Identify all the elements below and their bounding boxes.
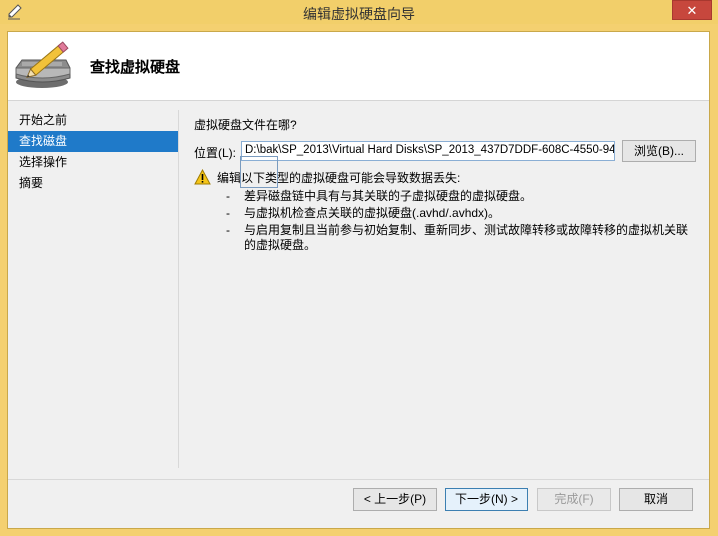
warning-list: - 差异磁盘链中具有与其关联的子虚拟硬盘的虚拟硬盘。 - 与虚拟机检查点关联的虚… [226,189,696,255]
nav-item-locate-disk[interactable]: 查找磁盘 [8,131,178,152]
list-item: - 差异磁盘链中具有与其关联的子虚拟硬盘的虚拟硬盘。 [226,189,696,204]
wizard-window: 编辑虚拟硬盘向导 ✕ 查找虚拟硬盘 开始之前 查找磁盘 选择操作 摘要 虚拟硬盘… [0,0,718,536]
finish-button[interactable]: 完成(F) [537,488,611,511]
nav-item-choose-action[interactable]: 选择操作 [8,152,178,173]
close-button[interactable]: ✕ [672,0,712,20]
wizard-steps-nav: 开始之前 查找磁盘 选择操作 摘要 [8,110,179,468]
title-bar[interactable]: 编辑虚拟硬盘向导 ✕ [0,0,718,24]
footer-divider [8,479,709,480]
list-item: - 与虚拟机检查点关联的虚拟硬盘(.avhd/.avhdx)。 [226,206,696,221]
focus-rectangle [240,156,278,188]
bullet-marker: - [226,223,230,237]
list-item-text: 与虚拟机检查点关联的虚拟硬盘(.avhd/.avhdx)。 [244,206,501,220]
list-item: - 与启用复制且当前参与初始复制、重新同步、测试故障转移或故障转移的虚拟机关联的… [226,223,696,253]
location-question: 虚拟硬盘文件在哪? [194,118,297,132]
wizard-header: 查找虚拟硬盘 [8,32,709,101]
nav-item-before-you-begin[interactable]: 开始之前 [8,110,178,131]
list-item-text: 与启用复制且当前参与初始复制、重新同步、测试故障转移或故障转移的虚拟机关联的虚拟… [244,223,689,252]
cancel-button[interactable]: 取消 [619,488,693,511]
list-item-text: 差异磁盘链中具有与其关联的子虚拟硬盘的虚拟硬盘。 [244,189,533,203]
hard-disk-pencil-icon [15,41,71,88]
close-icon: ✕ [686,3,698,18]
page-title: 查找虚拟硬盘 [90,58,181,76]
location-input[interactable]: D:\bak\SP_2013\Virtual Hard Disks\SP_201… [241,141,615,161]
wizard-client-area: 查找虚拟硬盘 开始之前 查找磁盘 选择操作 摘要 虚拟硬盘文件在哪? 位置(L)… [7,31,710,529]
bullet-marker: - [226,189,230,203]
next-button[interactable]: 下一步(N) > [445,488,528,511]
bullet-marker: - [226,206,230,220]
location-label: 位置(L): [194,146,237,160]
warning-icon [194,169,211,185]
previous-button[interactable]: < 上一步(P) [353,488,437,511]
nav-item-summary[interactable]: 摘要 [8,173,178,194]
browse-button[interactable]: 浏览(B)... [622,140,696,162]
window-title: 编辑虚拟硬盘向导 [303,6,415,22]
